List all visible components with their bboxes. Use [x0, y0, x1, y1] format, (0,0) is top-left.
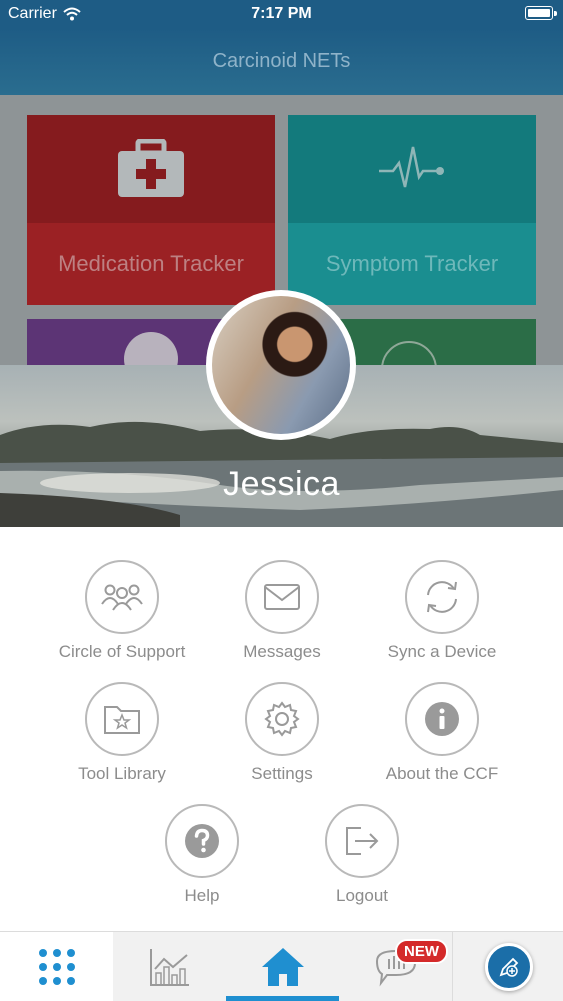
tab-add-entry[interactable]: [452, 932, 563, 1001]
clock-icon: [381, 341, 437, 365]
nav-bar: Carcinoid NETs: [0, 28, 563, 95]
new-badge: NEW: [395, 939, 448, 964]
sync-device-label: Sync a Device: [387, 642, 497, 661]
tab-home-active-indicator: [226, 996, 339, 1001]
medication-tracker-label: Medication Tracker: [27, 223, 275, 305]
page-title: Carcinoid NETs: [212, 50, 351, 72]
status-bar: Carrier 7:17 PM: [0, 0, 563, 28]
question-icon: [185, 824, 219, 858]
sync-icon: [427, 581, 457, 613]
avatar[interactable]: [206, 290, 356, 440]
profile-name: Jessica: [223, 465, 340, 503]
people-icon: [101, 584, 143, 611]
logout-icon: [346, 827, 379, 855]
grid-dots-icon: [38, 948, 75, 985]
bar-chart-icon: [149, 948, 189, 986]
logout-label: Logout: [336, 886, 388, 905]
circle-of-support-button[interactable]: Circle of Support: [42, 560, 202, 662]
battery-icon: [525, 6, 557, 20]
help-label: Help: [184, 886, 220, 905]
gear-icon: [264, 701, 300, 737]
medication-tracker-tile[interactable]: Medication Tracker: [27, 115, 275, 305]
avatar-photo: [212, 296, 350, 434]
symptom-tracker-tile[interactable]: Symptom Tracker: [288, 115, 536, 305]
heartbeat-icon: [379, 146, 444, 188]
tab-home[interactable]: [226, 932, 339, 1001]
sync-device-button[interactable]: Sync a Device: [362, 560, 522, 662]
first-aid-kit-icon: [118, 139, 184, 197]
logout-button[interactable]: Logout: [282, 804, 442, 906]
settings-label: Settings: [251, 764, 313, 783]
tab-stats[interactable]: [113, 932, 226, 1001]
symptom-tracker-label: Symptom Tracker: [288, 223, 536, 305]
pen-add-icon: [499, 957, 518, 977]
add-entry-button[interactable]: [484, 942, 533, 991]
tab-news[interactable]: NEW: [339, 932, 452, 1001]
profile-silhouette-icon: [124, 332, 178, 365]
home-icon: [261, 947, 304, 986]
about-ccf-button[interactable]: About the CCF: [362, 682, 522, 784]
tab-apps-menu[interactable]: [0, 932, 113, 1001]
envelope-icon: [264, 584, 300, 610]
settings-button[interactable]: Settings: [202, 682, 362, 784]
info-icon: [425, 702, 459, 736]
tool-library-button[interactable]: Tool Library: [42, 682, 202, 784]
messages-button[interactable]: Messages: [202, 560, 362, 662]
status-time: 7:17 PM: [251, 5, 312, 22]
folder-star-icon: [104, 706, 140, 734]
messages-label: Messages: [243, 642, 321, 661]
circle-of-support-label: Circle of Support: [58, 642, 186, 661]
tool-library-label: Tool Library: [78, 764, 166, 783]
tab-bar: NEW: [0, 931, 563, 1001]
about-ccf-label: About the CCF: [385, 764, 499, 783]
help-button[interactable]: Help: [122, 804, 282, 906]
